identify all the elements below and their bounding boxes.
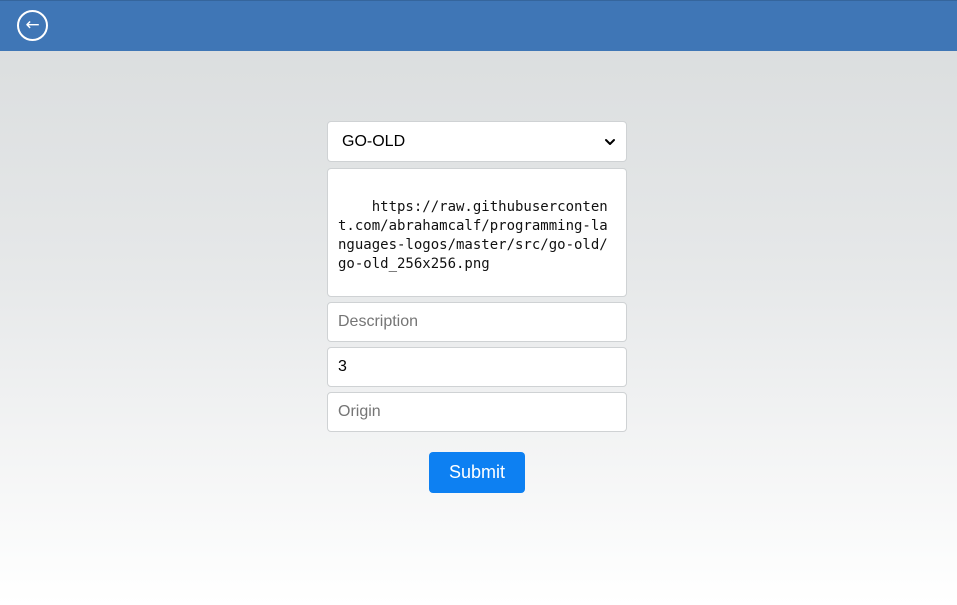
language-select[interactable]: GO-OLD (327, 121, 627, 162)
number-value: 3 (338, 358, 347, 375)
top-bar: ← (0, 0, 957, 51)
image-url-text: https://raw.githubusercontent.com/abraha… (338, 199, 608, 272)
language-select-value: GO-OLD (342, 132, 406, 150)
back-button[interactable]: ← (17, 10, 48, 41)
back-arrow-icon: ← (25, 15, 40, 35)
resize-grip-icon[interactable] (616, 286, 624, 337)
image-url-textarea[interactable]: https://raw.githubusercontent.com/abraha… (327, 168, 627, 337)
origin-input[interactable]: Origin (327, 392, 627, 432)
chevron-down-icon (604, 136, 616, 148)
description-placeholder: Description (338, 313, 419, 330)
submit-button[interactable]: Submit (429, 452, 525, 493)
number-input[interactable]: 3 (327, 347, 627, 387)
description-input[interactable]: Description (327, 302, 627, 342)
origin-placeholder: Origin (338, 403, 381, 420)
